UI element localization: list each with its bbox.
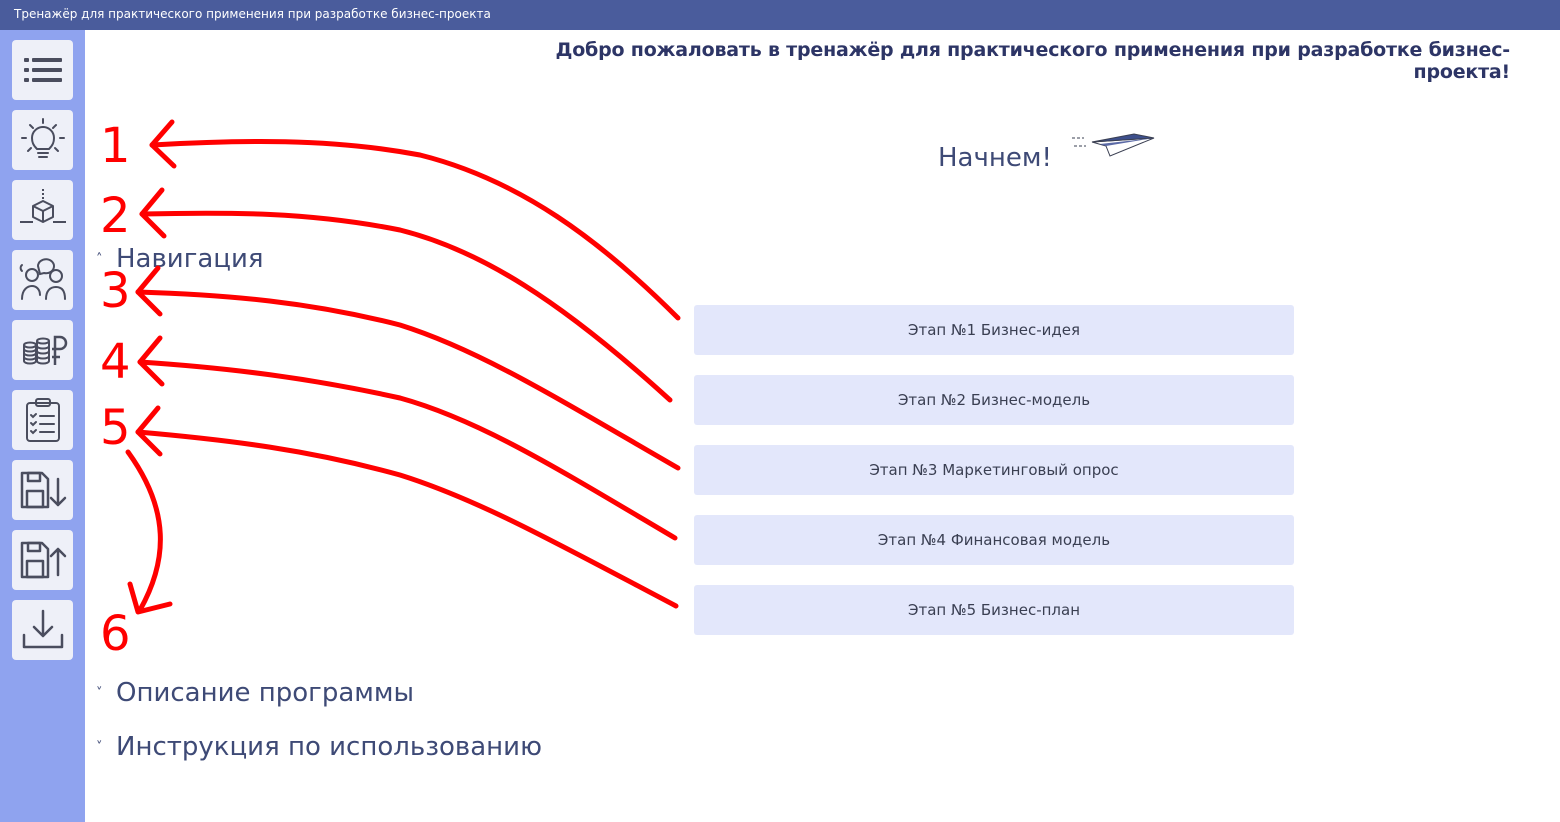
download-button[interactable] (12, 600, 73, 660)
stage-5-button[interactable]: Этап №5 Бизнес-план (694, 585, 1294, 635)
financial-model-button[interactable] (12, 320, 73, 380)
annotation-number-4: 4 (100, 334, 131, 390)
chevron-up-icon: ˄ (96, 251, 103, 267)
menu-list-button[interactable] (12, 40, 73, 100)
annotation-arrow-2-head (139, 187, 167, 239)
save-upload-button[interactable] (12, 530, 73, 590)
navigation-label: Навигация (116, 244, 264, 274)
chevron-down-icon: ˅ (96, 739, 103, 755)
paper-plane-icon (1072, 133, 1155, 157)
people-chat-icon (19, 258, 66, 300)
annotation-arrow-4 (137, 359, 678, 541)
annotation-number-1: 1 (100, 118, 131, 174)
annotation-arrow-5 (135, 429, 679, 609)
list-icon (23, 58, 62, 82)
annotation-number-6: 6 (100, 606, 131, 662)
annotation-arrow-4-head (137, 335, 165, 387)
annotation-arrow-3-head (135, 265, 163, 317)
annotation-number-2: 2 (100, 188, 131, 244)
business-idea-button[interactable] (12, 110, 73, 170)
annotation-arrow-5-head (135, 405, 163, 457)
program-description-label: Описание программы (116, 678, 415, 708)
usage-instructions-label: Инструкция по использованию (116, 732, 542, 762)
sidebar (0, 30, 85, 822)
annotation-arrow-6-head (127, 581, 173, 615)
stage-3-button[interactable]: Этап №3 Маркетинговый опрос (694, 445, 1294, 495)
clipboard-checklist-icon (25, 398, 60, 442)
coins-ruble-icon (22, 335, 67, 365)
navigation-toggle[interactable]: ˄ Навигация (96, 244, 264, 274)
usage-instructions-toggle[interactable]: ˅ Инструкция по использованию (96, 732, 542, 762)
save-up-icon (20, 541, 66, 579)
annotation-arrow-1 (149, 138, 681, 321)
annotation-arrow-6 (125, 449, 163, 613)
window-title: Тренажёр для практического применения пр… (0, 0, 1560, 30)
save-down-icon (20, 471, 66, 509)
business-plan-button[interactable] (12, 390, 73, 450)
stage-2-button[interactable]: Этап №2 Бизнес-модель (694, 375, 1294, 425)
stage-1-button[interactable]: Этап №1 Бизнес-идея (694, 305, 1294, 355)
stage-4-button[interactable]: Этап №4 Финансовая модель (694, 515, 1294, 565)
annotation-arrow-1-head (149, 119, 177, 169)
annotation-number-5: 5 (100, 400, 131, 456)
save-download-button[interactable] (12, 460, 73, 520)
program-description-toggle[interactable]: ˅ Описание программы (96, 678, 414, 708)
cube-model-icon (19, 189, 66, 223)
marketing-survey-button[interactable] (12, 250, 73, 310)
annotation-arrow-2 (139, 210, 673, 403)
welcome-heading: Добро пожаловать в тренажёр для практиче… (555, 39, 1510, 83)
business-model-button[interactable] (12, 180, 73, 240)
chevron-down-icon: ˅ (96, 685, 103, 701)
download-icon (22, 609, 63, 649)
lightbulb-icon (20, 118, 65, 158)
start-label: Начнем! (938, 143, 1052, 173)
annotation-arrow-3 (135, 289, 681, 471)
